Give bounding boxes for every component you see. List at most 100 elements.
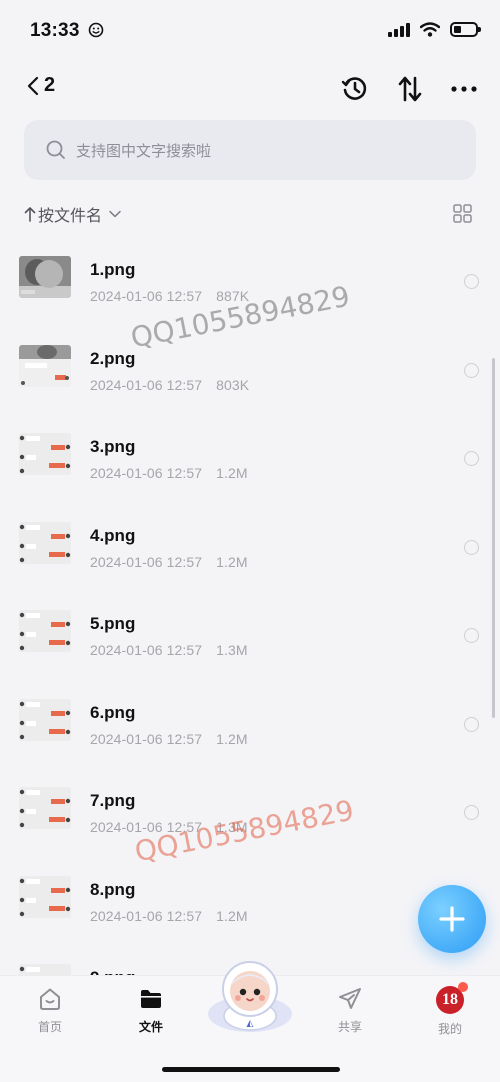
status-time: 13:33 bbox=[30, 20, 80, 41]
tab-label: 首页 bbox=[37, 1020, 62, 1034]
sort-arrows-icon bbox=[398, 76, 422, 102]
smiley-icon bbox=[88, 22, 104, 38]
file-thumbnail bbox=[19, 698, 71, 741]
select-radio[interactable] bbox=[464, 628, 479, 643]
search-icon bbox=[46, 140, 65, 159]
sort-selector[interactable]: 按文件名 bbox=[24, 202, 122, 226]
file-size: 1.2M bbox=[216, 465, 248, 481]
search-input[interactable]: 支持图中文字搜索啦 bbox=[24, 120, 476, 180]
select-radio[interactable] bbox=[464, 716, 479, 732]
file-meta: 2024-01-06 12:57 1.3M bbox=[90, 819, 248, 835]
file-thumbnail bbox=[19, 787, 71, 829]
file-name: 9.png bbox=[90, 968, 135, 975]
file-thumbnail bbox=[19, 610, 71, 652]
scrollbar[interactable] bbox=[492, 358, 495, 718]
file-row[interactable]: 3.png 2024-01-06 12:57 1.2M bbox=[0, 407, 500, 496]
file-size: 1.2M bbox=[216, 730, 248, 747]
sort-label: 按文件名 bbox=[38, 208, 103, 225]
home-icon bbox=[40, 988, 60, 1010]
file-list: 1.png 2024-01-06 12:57 887K 2.png 2024-01-06… bbox=[0, 230, 500, 975]
file-name: 3.png bbox=[90, 437, 136, 456]
file-thumbnail bbox=[19, 964, 71, 975]
file-name: 6.png bbox=[90, 702, 136, 722]
status-bar: 13:33 bbox=[0, 0, 500, 62]
tab-label: 我的 bbox=[437, 1022, 462, 1036]
file-size: 1.3M bbox=[216, 819, 248, 835]
file-date: 2024-01-06 12:57 bbox=[90, 553, 203, 570]
profile-badge-text: 18 bbox=[442, 991, 458, 1008]
tab-share[interactable]: 共享 bbox=[315, 986, 385, 1035]
file-row[interactable]: 4.png 2024-01-06 12:57 1.2M bbox=[0, 496, 500, 585]
tab-profile[interactable]: 18 我的 bbox=[415, 982, 485, 1037]
file-date: 2024-01-06 12:57 bbox=[90, 819, 203, 835]
back-label: 2 bbox=[44, 74, 56, 96]
cellular-signal-icon bbox=[388, 22, 410, 37]
status-icons bbox=[388, 22, 481, 37]
file-size: 1.2M bbox=[216, 907, 248, 924]
select-radio[interactable] bbox=[464, 274, 479, 289]
sort-up-arrow-icon bbox=[24, 207, 36, 222]
folder-icon bbox=[141, 990, 161, 1008]
file-meta: 2024-01-06 12:57 887K bbox=[90, 288, 249, 304]
file-name: 7.png bbox=[90, 791, 136, 810]
tab-files[interactable]: 文件 bbox=[116, 986, 186, 1035]
nav-bar: 2 bbox=[0, 62, 500, 114]
file-size: 1.3M bbox=[216, 642, 248, 658]
file-size: 1.2M bbox=[216, 553, 248, 570]
file-row[interactable]: 2.png 2024-01-06 12:57 803K bbox=[0, 319, 500, 408]
file-meta: 2024-01-06 12:57 1.3M bbox=[90, 642, 248, 658]
select-radio[interactable] bbox=[464, 451, 479, 466]
file-size: 803K bbox=[216, 376, 250, 393]
file-row[interactable]: 5.png 2024-01-06 12:57 1.3M bbox=[0, 584, 500, 673]
select-radio[interactable] bbox=[464, 805, 479, 820]
svg-text:◭: ◭ bbox=[247, 1019, 254, 1029]
profile-avatar: 18 bbox=[436, 982, 468, 1014]
file-date: 2024-01-06 12:57 bbox=[90, 465, 203, 481]
select-radio[interactable] bbox=[464, 539, 479, 555]
grid-view-icon[interactable] bbox=[453, 204, 472, 223]
file-thumbnail bbox=[19, 344, 71, 387]
back-button[interactable]: 2 bbox=[26, 74, 55, 97]
file-name: 4.png bbox=[90, 525, 136, 545]
mascot-astronaut-icon[interactable]: ◭ bbox=[205, 956, 295, 1036]
file-name: 2.png bbox=[90, 348, 136, 368]
file-meta: 2024-01-06 12:57 1.2M bbox=[90, 554, 248, 570]
home-indicator bbox=[162, 1067, 340, 1072]
file-meta: 2024-01-06 12:57 803K bbox=[90, 377, 249, 393]
tab-home[interactable]: 首页 bbox=[15, 986, 85, 1035]
more-button[interactable] bbox=[449, 74, 479, 104]
file-name: 8.png bbox=[90, 879, 136, 899]
file-row[interactable]: 1.png 2024-01-06 12:57 887K bbox=[0, 230, 500, 319]
file-thumbnail bbox=[19, 875, 71, 918]
back-chevron-icon bbox=[27, 76, 39, 95]
notification-dot bbox=[458, 982, 468, 992]
file-meta: 2024-01-06 12:57 1.2M bbox=[90, 731, 248, 747]
file-date: 2024-01-06 12:57 bbox=[90, 907, 203, 924]
file-name: 1.png bbox=[90, 260, 136, 279]
select-radio[interactable] bbox=[464, 362, 479, 378]
battery-icon bbox=[450, 22, 481, 37]
file-size: 887K bbox=[216, 288, 250, 304]
more-icon bbox=[451, 86, 477, 92]
tab-label: 共享 bbox=[337, 1020, 362, 1034]
file-date: 2024-01-06 12:57 bbox=[90, 376, 203, 393]
file-thumbnail bbox=[19, 256, 71, 298]
file-row[interactable]: 7.png 2024-01-06 12:57 1.3M bbox=[0, 761, 500, 850]
file-thumbnail bbox=[19, 433, 71, 475]
file-date: 2024-01-06 12:57 bbox=[90, 288, 203, 304]
file-thumbnail bbox=[19, 521, 71, 564]
share-icon bbox=[339, 988, 361, 1009]
file-date: 2024-01-06 12:57 bbox=[90, 730, 203, 747]
file-name: 5.png bbox=[90, 614, 136, 633]
search-placeholder: 支持图中文字搜索啦 bbox=[76, 142, 212, 160]
tab-bar: 首页 文件 ◭ 共享 18 我的 bbox=[0, 961, 500, 1082]
plus-icon bbox=[439, 906, 465, 932]
sort-button[interactable] bbox=[395, 74, 425, 104]
chevron-down-icon bbox=[109, 210, 121, 218]
file-row[interactable]: 6.png 2024-01-06 12:57 1.2M bbox=[0, 673, 500, 762]
tab-label: 文件 bbox=[138, 1020, 163, 1034]
history-button[interactable] bbox=[340, 74, 370, 104]
wifi-icon bbox=[420, 22, 440, 37]
add-button[interactable] bbox=[418, 885, 486, 953]
file-date: 2024-01-06 12:57 bbox=[90, 642, 203, 658]
